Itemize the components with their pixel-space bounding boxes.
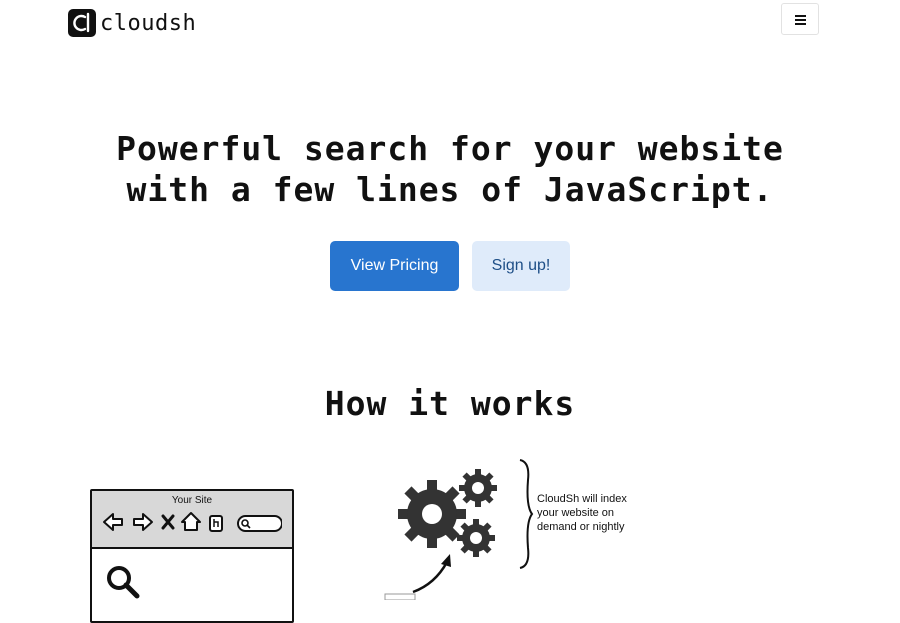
logo[interactable]: cloudsh [68, 9, 196, 37]
hero-title-line-2: with a few lines of JavaScript. [126, 170, 774, 209]
browser-toolbar: Your Site [92, 491, 292, 549]
view-pricing-button[interactable]: View Pricing [330, 241, 459, 291]
magnifier-icon [107, 566, 140, 599]
logo-mark-icon [68, 9, 96, 37]
menu-button[interactable] [781, 3, 819, 35]
hero-title: Powerful search for your website with a … [0, 128, 900, 210]
gears-icon [398, 469, 497, 557]
browser-nav-icons [103, 512, 282, 532]
logo-text: cloudsh [100, 10, 197, 36]
hamburger-menu-icon [794, 14, 806, 25]
sign-up-button[interactable]: Sign up! [472, 241, 570, 291]
index-note: CloudSh will index your website on deman… [537, 493, 627, 533]
how-it-works-title: How it works [324, 384, 576, 423]
curved-arrow-icon [384, 554, 451, 600]
browser-label: Your Site [171, 495, 213, 506]
hero-title-line-1: Powerful search for your website [116, 129, 784, 168]
browser-illustration: Your Site [90, 489, 294, 623]
brace-icon [519, 459, 534, 569]
